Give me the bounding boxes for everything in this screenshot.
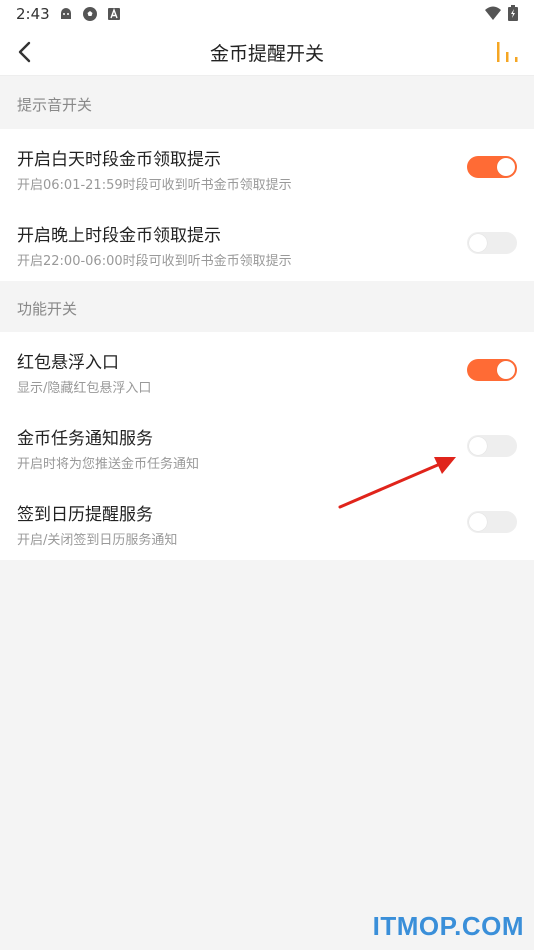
toggle-knob bbox=[497, 361, 515, 379]
setting-title: 开启晚上时段金币领取提示 bbox=[17, 226, 221, 246]
nav-bar: 金币提醒开关 bbox=[0, 28, 534, 76]
toggle-knob bbox=[469, 234, 487, 252]
toggle-knob bbox=[497, 158, 515, 176]
setting-subtitle: 开启时将为您推送金币任务通知 bbox=[17, 457, 200, 472]
checkin-calendar-toggle[interactable] bbox=[467, 511, 517, 533]
setting-subtitle: 开启06:01-21:59时段可收到听书金币领取提示 bbox=[17, 178, 292, 193]
setting-row-coin-task-notification[interactable]: 金币任务通知服务 开启时将为您推送金币任务通知 bbox=[0, 408, 534, 484]
night-reminder-toggle[interactable] bbox=[467, 232, 517, 254]
setting-title: 金币任务通知服务 bbox=[17, 429, 153, 449]
wifi-icon bbox=[485, 6, 501, 20]
toggle-knob bbox=[469, 437, 487, 455]
section-header: 功能开关 bbox=[0, 281, 534, 333]
setting-subtitle: 开启/关闭签到日历服务通知 bbox=[17, 533, 178, 548]
day-reminder-toggle[interactable] bbox=[467, 156, 517, 178]
toggle-knob bbox=[469, 513, 487, 531]
status-icons-right bbox=[484, 5, 518, 21]
setting-title: 红包悬浮入口 bbox=[17, 353, 119, 373]
page-title: 金币提醒开关 bbox=[209, 43, 324, 65]
setting-row-checkin-calendar[interactable]: 签到日历提醒服务 开启/关闭签到日历服务通知 bbox=[0, 484, 534, 560]
red-packet-entry-toggle[interactable] bbox=[467, 359, 517, 381]
setting-row-day-reminder[interactable]: 开启白天时段金币领取提示 开启06:01-21:59时段可收到听书金币领取提示 bbox=[0, 129, 534, 205]
android-robot-icon bbox=[61, 8, 71, 19]
bar-chart-icon[interactable] bbox=[494, 38, 522, 66]
section-header: 提示音开关 bbox=[0, 77, 534, 129]
coin-task-notification-toggle[interactable] bbox=[467, 435, 517, 457]
setting-subtitle: 显示/隐藏红包悬浮入口 bbox=[17, 381, 152, 396]
setting-row-night-reminder[interactable]: 开启晚上时段金币领取提示 开启22:00-06:00时段可收到听书金币领取提示 bbox=[0, 205, 534, 281]
status-time: 2:43 bbox=[16, 5, 50, 23]
setting-row-red-packet-entry[interactable]: 红包悬浮入口 显示/隐藏红包悬浮入口 bbox=[0, 332, 534, 408]
setting-subtitle: 开启22:00-06:00时段可收到听书金币领取提示 bbox=[17, 254, 292, 269]
status-bar: 2:43 bbox=[0, 0, 534, 28]
section-header-label: 提示音开关 bbox=[17, 96, 93, 114]
watermark: ITMOP.COM bbox=[372, 911, 524, 941]
settings-group-sound: 开启白天时段金币领取提示 开启06:01-21:59时段可收到听书金币领取提示 … bbox=[0, 129, 534, 281]
battery-icon bbox=[508, 5, 518, 21]
setting-title: 签到日历提醒服务 bbox=[17, 505, 153, 525]
settings-group-features: 红包悬浮入口 显示/隐藏红包悬浮入口 金币任务通知服务 开启时将为您推送金币任务… bbox=[0, 332, 534, 560]
section-header-label: 功能开关 bbox=[17, 300, 78, 318]
setting-title: 开启白天时段金币领取提示 bbox=[17, 150, 221, 170]
a-badge-icon bbox=[108, 8, 120, 20]
soccer-ball-icon bbox=[83, 7, 97, 21]
status-icons-left bbox=[58, 6, 122, 22]
